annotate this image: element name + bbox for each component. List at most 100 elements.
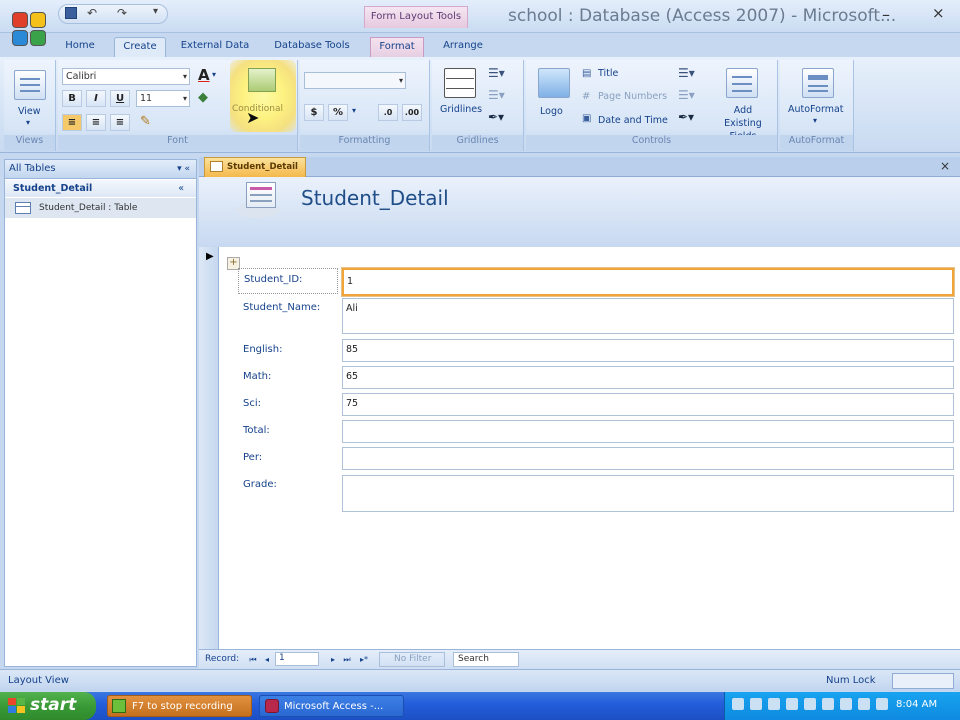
save-icon[interactable] [65,7,77,19]
italic-button[interactable]: I [86,90,106,107]
last-record-button[interactable]: ⏭ [341,654,353,666]
align-right-button[interactable]: ≡ [110,114,130,131]
tray-icon-9[interactable] [876,698,888,710]
view-label[interactable]: View [18,106,41,117]
nav-item-student-detail-table[interactable]: Student_Detail : Table [5,198,196,218]
field-input-total[interactable] [342,420,954,443]
customize-qat-icon[interactable]: ▾ [153,6,158,17]
tray-icon-7[interactable] [840,698,852,710]
fill-color-icon[interactable]: ◆ [198,90,208,105]
add-existing-fields-icon[interactable] [726,68,758,98]
next-record-button[interactable]: ▸ [327,654,339,666]
font-size-combo[interactable]: 11 ▾ [136,90,190,107]
gridlines-icon[interactable] [444,68,476,98]
font-name-value: Calibri [66,71,97,82]
field-input-per[interactable] [342,447,954,470]
nav-pane-header[interactable]: All Tables ▾ « [5,160,196,179]
gridline-width-icon[interactable]: ☰▾ [488,66,505,80]
redo-icon[interactable]: ↷ [117,6,127,20]
logo-icon[interactable] [538,68,570,98]
field-input-grade[interactable] [342,475,954,512]
tab-home[interactable]: Home [56,37,104,57]
line-thickness-icon[interactable]: ☰▾ [678,66,695,80]
tray-clock[interactable]: 8:04 AM [896,699,937,710]
page-numbers-icon[interactable]: # [582,91,590,102]
format-painter-icon[interactable]: ✎ [140,114,151,129]
tray-icon-3[interactable] [768,698,780,710]
tray-icon-4[interactable] [786,698,798,710]
conditional-button[interactable]: Conditional ➤ [230,60,296,132]
tab-arrange[interactable]: Arrange [434,37,492,57]
previous-record-button[interactable]: ◂ [261,654,273,666]
autoformat-icon[interactable] [802,68,834,98]
view-dropdown-icon[interactable]: ▾ [26,118,30,127]
field-input-math[interactable]: 65 [342,366,954,389]
field-input-student-id[interactable]: 1 [342,268,954,296]
tray-icon-8[interactable] [858,698,870,710]
font-color-icon[interactable]: A [198,66,210,84]
title-icon[interactable]: ▤ [582,68,591,79]
field-label-per[interactable]: Per: [243,452,262,463]
nav-group-collapse-icon[interactable]: « [178,180,184,197]
align-left-button[interactable]: ≡ [62,114,82,131]
align-center-button[interactable]: ≡ [86,114,106,131]
percent-button[interactable]: % [328,104,348,121]
field-input-student-name[interactable]: Ali [342,298,954,334]
field-input-english[interactable]: 85 [342,339,954,362]
nav-pane-collapse-icon[interactable]: ▾ « [177,160,190,178]
field-label-total[interactable]: Total: [243,425,270,436]
field-label-math[interactable]: Math: [243,371,271,382]
taskbar-item-recorder[interactable]: F7 to stop recording [107,695,252,717]
underline-button[interactable]: U [110,90,130,107]
field-label-sci[interactable]: Sci: [243,398,261,409]
view-icon[interactable] [14,70,46,100]
bold-button[interactable]: B [62,90,82,107]
tray-icon-6[interactable] [822,698,834,710]
search-input[interactable]: Search [453,652,519,667]
record-selector[interactable] [199,247,219,649]
field-input-sci[interactable]: 75 [342,393,954,416]
increase-decimals-button[interactable]: .0 [378,104,398,121]
currency-button[interactable]: $ [304,104,324,121]
taskbar-item-access[interactable]: Microsoft Access -... [259,695,404,717]
field-label-english[interactable]: English: [243,344,282,355]
comma-dropdown-icon[interactable]: ▾ [352,106,356,115]
gridlines-label[interactable]: Gridlines [440,104,482,115]
minimize-button[interactable]: – [882,5,890,24]
line-type-icon[interactable]: ☰▾ [678,88,695,102]
close-document-button[interactable]: × [940,159,950,173]
no-filter-button[interactable]: No Filter [379,652,445,667]
new-record-button[interactable]: ▸* [355,654,373,666]
view-switcher[interactable] [892,673,954,689]
current-record-input[interactable]: 1 [275,652,319,666]
field-label-student-id[interactable]: Student_ID: [238,268,338,294]
nav-group-header[interactable]: Student_Detail « [5,180,196,197]
undo-icon[interactable]: ↶ [87,6,97,20]
first-record-button[interactable]: ⏮ [247,654,259,666]
field-label-student-name[interactable]: Student_Name: [243,302,320,313]
tray-icon-1[interactable] [732,698,744,710]
font-color-dropdown-icon[interactable]: ▾ [212,70,216,79]
office-button[interactable] [10,8,50,48]
field-label-grade[interactable]: Grade: [243,479,277,490]
title-label[interactable]: Title [598,68,618,79]
close-window-button[interactable]: × [932,4,945,22]
tab-format[interactable]: Format [370,37,424,57]
autoformat-dropdown-icon[interactable]: ▾ [813,116,817,125]
date-time-icon[interactable]: ▣ [582,113,591,124]
tray-icon-2[interactable] [750,698,762,710]
gridline-color-icon[interactable]: ✒▾ [488,110,504,124]
tray-icon-5[interactable] [804,698,816,710]
font-name-combo[interactable]: Calibri ▾ [62,68,190,85]
tab-create[interactable]: Create [114,37,166,57]
tab-database-tools[interactable]: Database Tools [266,37,358,57]
format-combo[interactable]: ▾ [304,72,406,89]
autoformat-label[interactable]: AutoFormat [788,104,844,115]
logo-label[interactable]: Logo [540,106,563,117]
tab-external-data[interactable]: External Data [176,37,254,57]
date-time-label[interactable]: Date and Time [598,115,668,126]
gridline-style-icon[interactable]: ☰▾ [488,88,505,102]
page-numbers-label[interactable]: Page Numbers [598,91,667,102]
decrease-decimals-button[interactable]: .00 [402,104,422,121]
line-color-icon[interactable]: ✒▾ [678,110,694,124]
